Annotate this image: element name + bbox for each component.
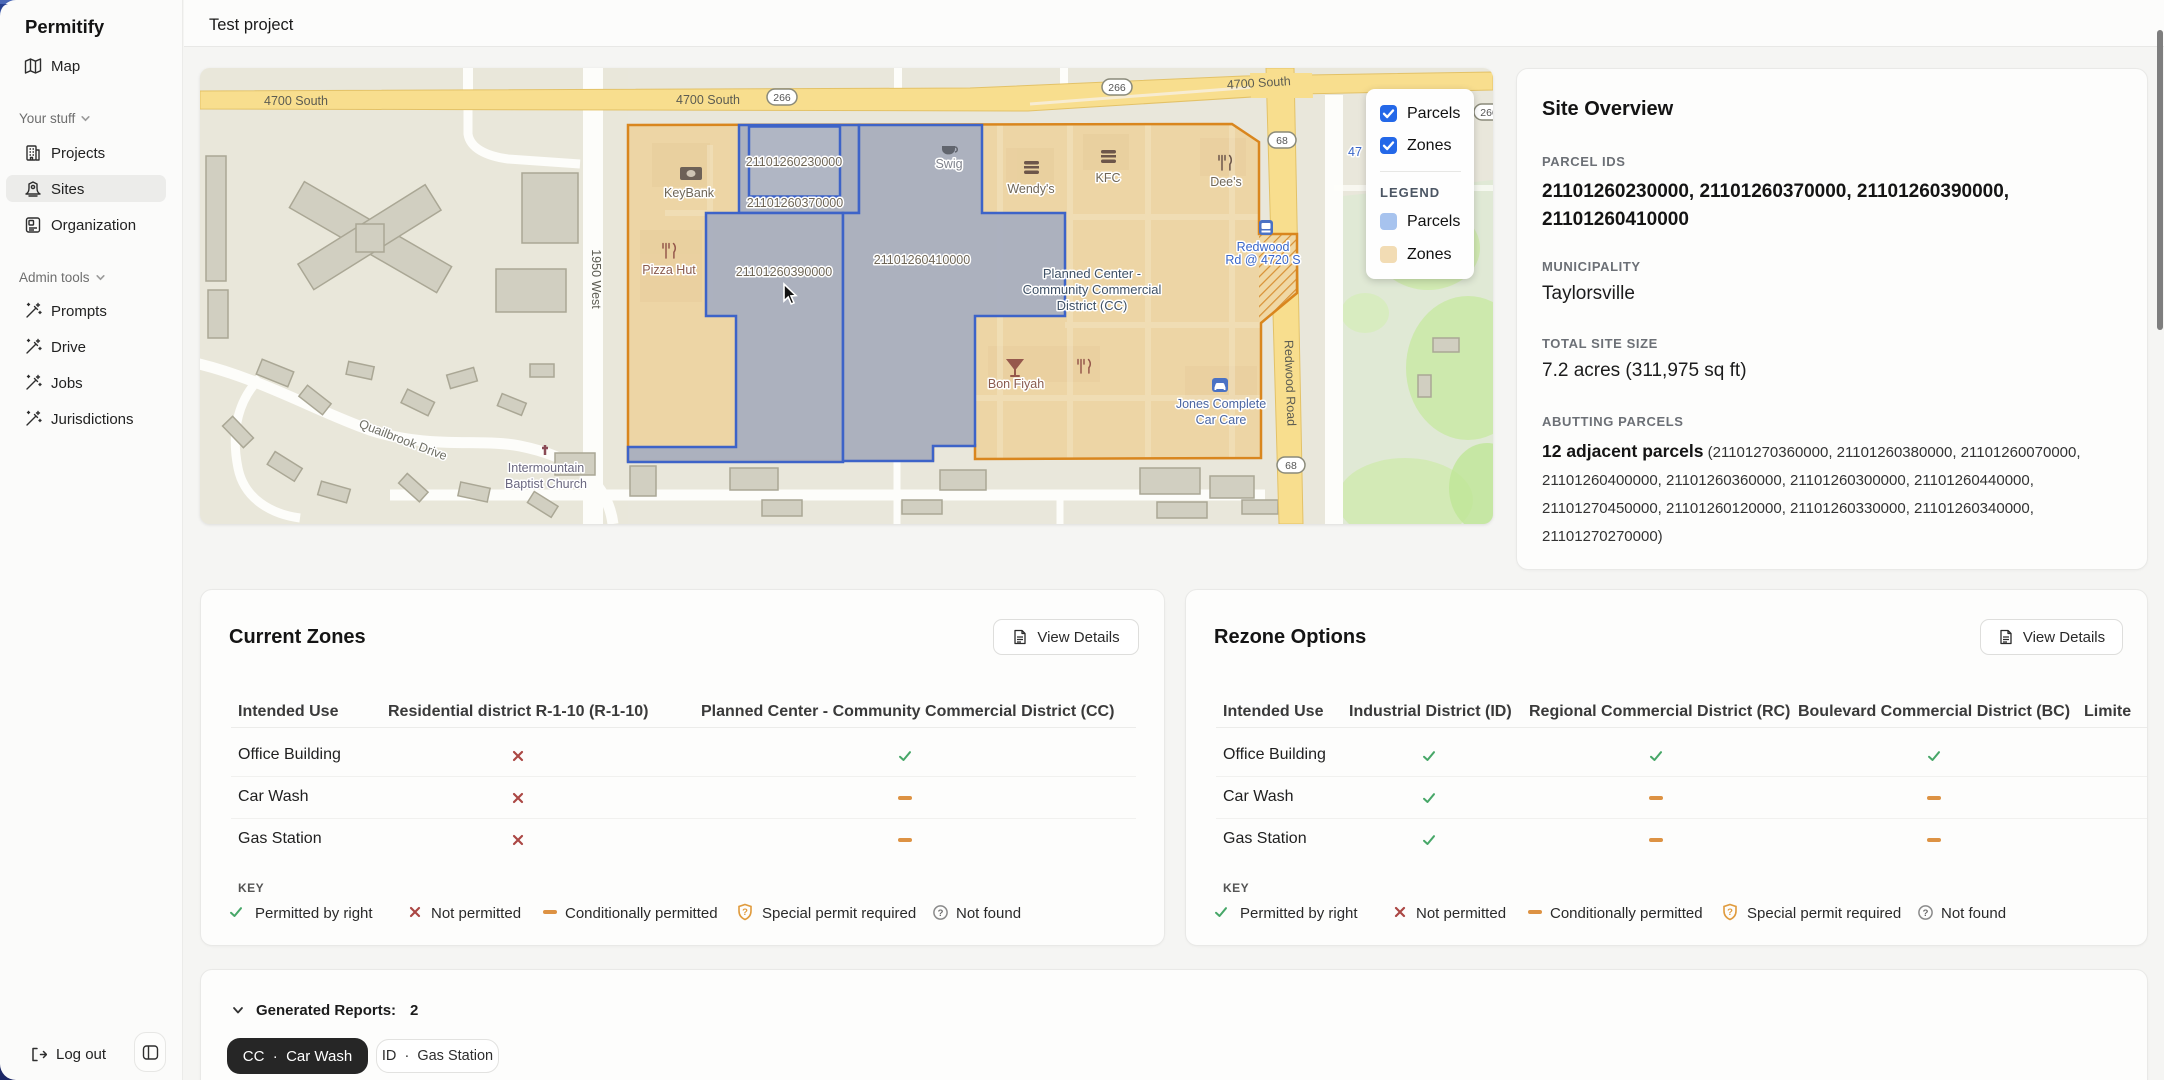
svg-text:Jones Complete: Jones Complete: [1176, 397, 1266, 411]
svg-text:68: 68: [1276, 135, 1288, 147]
svg-text:?: ?: [1923, 908, 1929, 919]
svg-text:47: 47: [1348, 145, 1362, 159]
svg-text:Community Commercial: Community Commercial: [1023, 282, 1162, 297]
svg-text:?: ?: [742, 907, 748, 918]
svg-text:4700 South: 4700 South: [264, 94, 328, 108]
svg-text:Dee's: Dee's: [1210, 175, 1242, 189]
svg-text:Baptist Church: Baptist Church: [505, 477, 587, 491]
svg-text:21101260390000: 21101260390000: [736, 265, 832, 279]
svg-text:Bon Fiyah: Bon Fiyah: [988, 377, 1044, 391]
svg-text:266: 266: [1480, 107, 1493, 119]
svg-text:21101260410000: 21101260410000: [874, 253, 970, 267]
svg-text:?: ?: [938, 908, 944, 919]
svg-text:Car Care: Car Care: [1196, 413, 1247, 427]
svg-text:Wendy's: Wendy's: [1007, 182, 1054, 196]
svg-text:KeyBank: KeyBank: [664, 186, 715, 200]
svg-text:21101260230000: 21101260230000: [746, 155, 842, 169]
svg-text:Redwood: Redwood: [1237, 240, 1290, 254]
svg-text:1950 West: 1950 West: [589, 249, 603, 309]
svg-text:Intermountain: Intermountain: [508, 461, 584, 475]
svg-text:?: ?: [1727, 907, 1733, 918]
svg-text:Planned Center -: Planned Center -: [1043, 266, 1141, 281]
svg-text:KFC: KFC: [1096, 171, 1121, 185]
svg-text:21101260370000: 21101260370000: [747, 196, 843, 210]
svg-text:District (CC): District (CC): [1057, 298, 1128, 313]
svg-text:266: 266: [773, 92, 791, 104]
svg-text:Pizza Hut: Pizza Hut: [642, 263, 696, 277]
svg-text:Rd @ 4720 S: Rd @ 4720 S: [1225, 253, 1300, 267]
svg-text:266: 266: [1108, 82, 1126, 94]
svg-text:Swig: Swig: [935, 157, 962, 171]
svg-text:4700 South: 4700 South: [676, 93, 740, 107]
svg-text:68: 68: [1285, 460, 1297, 472]
